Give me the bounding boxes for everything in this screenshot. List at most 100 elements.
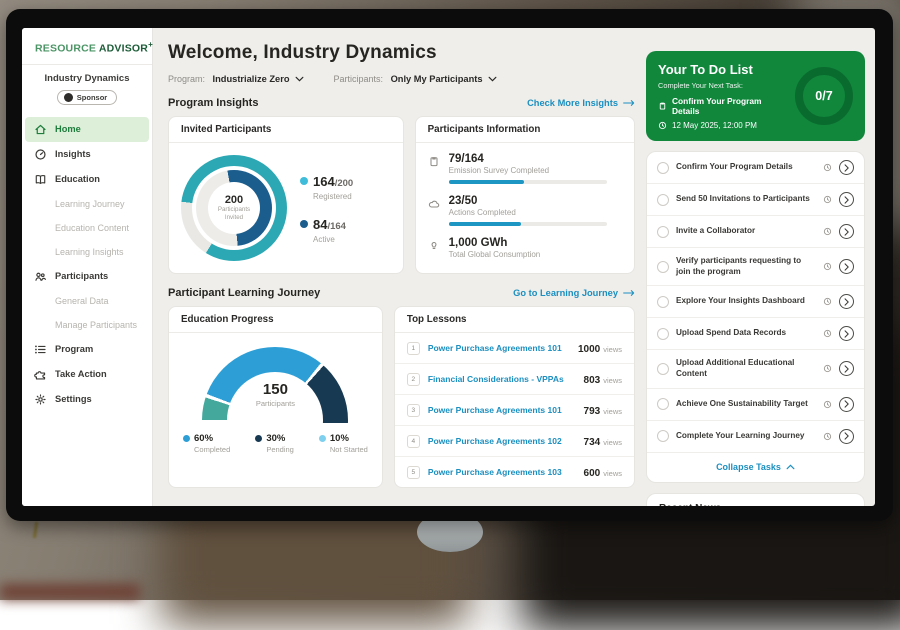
plant-stem (33, 522, 38, 538)
active-dot-icon (300, 220, 308, 228)
task-label: Verify participants requesting to join t… (676, 256, 816, 277)
sidebar-item-education-content[interactable]: Education Content (22, 216, 152, 240)
invited-total: 200 (225, 194, 243, 206)
list-icon (34, 343, 47, 356)
task-checkbox[interactable] (657, 430, 669, 442)
chevron-right-button[interactable] (839, 192, 854, 207)
progress-bar (449, 222, 607, 226)
org-name: Industry Dynamics (22, 73, 152, 84)
metric-value: 1,000 GWh (449, 237, 622, 249)
collapse-tasks-link[interactable]: Collapse Tasks (647, 453, 864, 482)
participants-dropdown[interactable]: Only My Participants (391, 74, 497, 84)
chevron-right-button[interactable] (839, 259, 854, 274)
chevron-up-icon (786, 464, 795, 470)
todo-due-date: 12 May 2025, 12:00 PM (672, 121, 757, 130)
task-row-explore-insights[interactable]: Explore Your Insights Dashboard (647, 286, 864, 318)
invited-legend: 164/200 Registered 84/164 Active (300, 173, 353, 244)
chevron-right-button[interactable] (839, 397, 854, 412)
lesson-title-link[interactable]: Power Purchase Agreements 101 (428, 343, 578, 353)
task-checkbox[interactable] (657, 296, 669, 308)
lesson-views: 734 (584, 437, 601, 448)
go-to-learning-journey-link[interactable]: Go to Learning Journey (513, 288, 635, 298)
chevron-right-button[interactable] (839, 294, 854, 309)
arrow-right-icon (623, 289, 635, 297)
education-progress-card: Education Progress 150 Participants (168, 306, 383, 488)
gear-icon (34, 393, 47, 406)
chevron-right-button[interactable] (839, 224, 854, 239)
page-title: Welcome, Industry Dynamics (168, 42, 635, 64)
lesson-row: 4 Power Purchase Agreements 102 734views (395, 425, 634, 456)
main-area: Welcome, Industry Dynamics Program: Indu… (153, 28, 875, 506)
recent-news-card: Recent News (646, 493, 865, 506)
task-checkbox[interactable] (657, 194, 669, 206)
section-title-learning-journey: Participant Learning Journey (168, 287, 320, 299)
metric-value: 23/50 (449, 195, 622, 207)
lesson-title-link[interactable]: Power Purchase Agreements 102 (428, 436, 584, 446)
lesson-row: 3 Power Purchase Agreements 101 793views (395, 394, 634, 425)
dashboard-screen: RESOURCE ADVISOR+ Industry Dynamics Spon… (22, 28, 875, 506)
check-more-insights-link[interactable]: Check More Insights (527, 98, 635, 108)
completed-pct: 60% (194, 433, 213, 444)
sidebar-item-manage-participants[interactable]: Manage Participants (22, 313, 152, 337)
not-started-dot-icon (319, 435, 326, 442)
views-label: views (603, 376, 622, 385)
task-checkbox[interactable] (657, 261, 669, 273)
task-row-invite-collaborator[interactable]: Invite a Collaborator (647, 216, 864, 248)
pending-pct: 30% (266, 433, 285, 444)
chevron-right-button[interactable] (839, 361, 854, 376)
task-row-verify-participants[interactable]: Verify participants requesting to join t… (647, 248, 864, 286)
lesson-views: 600 (584, 468, 601, 479)
sidebar-item-participants[interactable]: Participants (22, 264, 152, 289)
sidebar-item-label: Participants (55, 271, 108, 281)
sidebar-item-insights[interactable]: Insights (22, 142, 152, 167)
sidebar-item-take-action[interactable]: Take Action (22, 362, 152, 387)
task-row-upload-spend-data[interactable]: Upload Spend Data Records (647, 318, 864, 350)
sidebar-item-learning-insights[interactable]: Learning Insights (22, 240, 152, 264)
task-row-upload-educational-content[interactable]: Upload Additional Educational Content (647, 350, 864, 388)
lesson-rank: 3 (407, 404, 420, 417)
task-checkbox[interactable] (657, 162, 669, 174)
chevron-right-button[interactable] (839, 160, 854, 175)
chevron-right-button[interactable] (839, 326, 854, 341)
legend-registered: 164/200 Registered (300, 173, 353, 201)
participants-filter-label: Participants: (334, 74, 384, 84)
sidebar-nav: Home Insights Education Learning Journey… (22, 117, 152, 412)
task-checkbox[interactable] (657, 328, 669, 340)
sidebar-item-learning-journey[interactable]: Learning Journey (22, 192, 152, 216)
todo-counter: 0/7 (815, 89, 832, 103)
legend-completed: 60% Completed (183, 433, 230, 454)
collapse-label: Collapse Tasks (716, 462, 781, 472)
sidebar-item-program[interactable]: Program (22, 337, 152, 362)
todo-column: Your To Do List Complete Your Next Task:… (646, 39, 865, 506)
task-row-achieve-target[interactable]: Achieve One Sustainability Target (647, 389, 864, 421)
task-row-send-invitations[interactable]: Send 50 Invitations to Participants (647, 184, 864, 216)
task-checkbox[interactable] (657, 398, 669, 410)
task-row-complete-learning-journey[interactable]: Complete Your Learning Journey (647, 421, 864, 453)
sidebar-item-education[interactable]: Education (22, 167, 152, 192)
task-label: Confirm Your Program Details (676, 162, 816, 173)
card-title: Participants Information (416, 117, 634, 143)
top-lessons-card: Top Lessons 1 Power Purchase Agreements … (394, 306, 635, 488)
sidebar-item-settings[interactable]: Settings (22, 387, 152, 412)
lesson-title-link[interactable]: Power Purchase Agreements 101 (428, 405, 584, 415)
card-title: Invited Participants (169, 117, 403, 143)
progress-fill (449, 180, 525, 184)
sponsor-badge-label: Sponsor (77, 93, 107, 102)
sidebar-item-general-data[interactable]: General Data (22, 289, 152, 313)
education-gauge-chart: 150 Participants (202, 347, 348, 423)
sidebar-item-label: Education Content (55, 223, 129, 233)
monitor-bezel: RESOURCE ADVISOR+ Industry Dynamics Spon… (6, 9, 893, 521)
sidebar-item-home[interactable]: Home (25, 117, 149, 142)
task-label: Send 50 Invitations to Participants (676, 194, 816, 205)
lesson-row: 2 Financial Considerations - VPPAs 803vi… (395, 363, 634, 394)
sidebar-item-label: Insights (55, 149, 91, 159)
lesson-title-link[interactable]: Financial Considerations - VPPAs (428, 374, 584, 384)
lesson-title-link[interactable]: Power Purchase Agreements 103 (428, 467, 584, 477)
program-filter: Program: Industrialize Zero (168, 74, 304, 84)
program-dropdown[interactable]: Industrialize Zero (213, 74, 304, 84)
chevron-right-button[interactable] (839, 429, 854, 444)
task-row-confirm-program[interactable]: Confirm Your Program Details (647, 152, 864, 184)
task-checkbox[interactable] (657, 363, 669, 375)
sidebar-item-label: Settings (55, 394, 92, 404)
task-checkbox[interactable] (657, 226, 669, 238)
